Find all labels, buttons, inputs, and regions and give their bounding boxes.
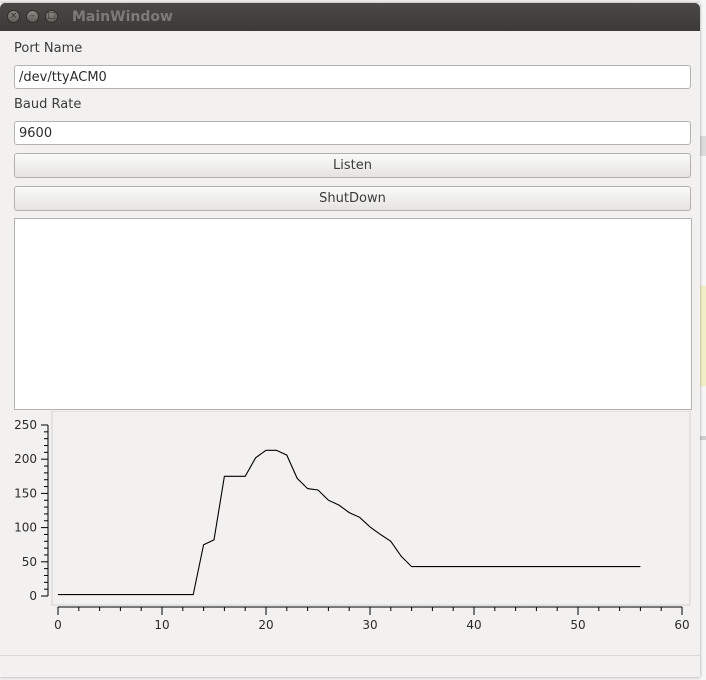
y-tick-label: 250	[14, 418, 37, 432]
port-name-label: Port Name	[14, 41, 83, 56]
window-title: MainWindow	[72, 9, 173, 25]
shutdown-button[interactable]: ShutDown	[14, 186, 691, 211]
maximize-icon[interactable]: □	[45, 10, 58, 23]
x-tick-label: 40	[466, 618, 481, 631]
close-icon[interactable]: ×	[7, 10, 20, 23]
background-strip-block	[700, 136, 706, 156]
background-window-strip	[700, 0, 706, 680]
y-tick-label: 100	[14, 521, 37, 535]
x-tick-label: 20	[258, 618, 273, 631]
title-bar[interactable]: × – □ MainWindow	[0, 3, 700, 31]
x-tick-label: 0	[54, 618, 62, 631]
minimize-icon[interactable]: –	[26, 10, 39, 23]
y-tick-label: 50	[22, 555, 37, 569]
y-tick-label: 0	[29, 589, 37, 603]
plot-canvas	[51, 411, 691, 606]
background-strip-highlight	[700, 286, 706, 386]
x-tick-label: 60	[674, 618, 689, 631]
listen-button[interactable]: Listen	[14, 153, 691, 178]
baud-rate-label: Baud Rate	[14, 97, 82, 112]
data-plot: 0 50 100 150 200 250 0 10 20 30 40 50 60	[14, 411, 691, 631]
status-bar	[0, 655, 700, 678]
port-name-input[interactable]	[14, 65, 691, 89]
x-tick-label: 50	[570, 618, 585, 631]
y-tick-label: 150	[14, 486, 37, 500]
main-window: × – □ MainWindow Port Name Baud Rate Lis…	[0, 3, 700, 677]
background-strip-line	[700, 436, 706, 440]
x-tick-label: 10	[154, 618, 169, 631]
output-text-area[interactable]	[14, 218, 692, 410]
baud-rate-input[interactable]	[14, 121, 691, 145]
y-tick-label: 200	[14, 452, 37, 466]
x-tick-label: 30	[362, 618, 377, 631]
